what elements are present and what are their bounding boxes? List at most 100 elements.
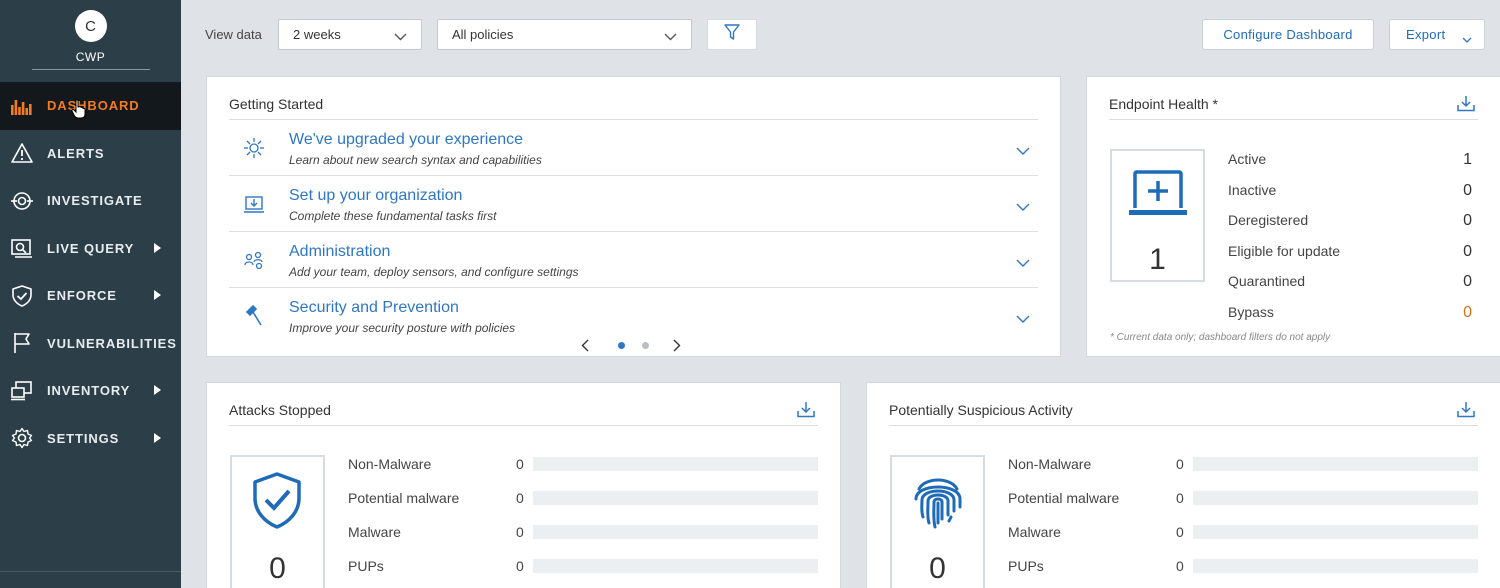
carousel-dot-active[interactable] — [618, 342, 625, 349]
stat-value: 0 — [1176, 524, 1184, 540]
card-title: Attacks Stopped — [229, 402, 331, 418]
stat-bar — [1193, 457, 1478, 471]
chevron-down-icon — [394, 29, 407, 44]
stat-value: 0 — [516, 490, 524, 506]
getting-started-card: Getting Started We've upgraded your expe… — [206, 76, 1061, 357]
sidebar-item-label: SETTINGS — [47, 430, 120, 446]
eh-value: 1 — [1463, 151, 1472, 168]
gs-item-administration[interactable]: Administration Add your team, deploy sen… — [229, 232, 1038, 288]
laptop-add-icon — [1129, 169, 1187, 224]
stat-value: 0 — [516, 524, 524, 540]
chevron-down-icon[interactable] — [1016, 310, 1030, 328]
endpoint-health-card: Endpoint Health * 1 Active 1 Inactive 0 De… — [1086, 76, 1500, 357]
sidebar-item-vulnerabilities[interactable]: VULNERABILITIES — [0, 320, 181, 368]
as-row-potential-malware[interactable]: Potential malware 0 — [348, 490, 818, 510]
period-select[interactable]: 2 weeks — [278, 19, 422, 50]
stat-value: 0 — [516, 456, 524, 472]
configure-dashboard-button[interactable]: Configure Dashboard — [1202, 19, 1374, 50]
chevron-down-icon[interactable] — [1016, 198, 1030, 216]
filter-button[interactable] — [707, 19, 757, 50]
stat-label: PUPs — [348, 558, 384, 574]
chevron-left-icon[interactable] — [581, 339, 589, 357]
chevron-right-icon — [154, 385, 161, 395]
download-icon[interactable] — [797, 401, 815, 423]
chevron-right-icon — [154, 290, 161, 300]
suspicious-total: 0 — [929, 552, 946, 585]
eh-value: 0 — [1463, 182, 1472, 199]
psa-row-malware[interactable]: Malware 0 — [1008, 524, 1478, 544]
stat-bar — [533, 491, 818, 505]
chevron-down-icon[interactable] — [1016, 142, 1030, 160]
carousel-dot[interactable] — [642, 342, 649, 349]
fingerprint-icon — [911, 471, 965, 536]
sidebar-item-live-query[interactable]: LIVE QUERY — [0, 225, 181, 273]
stat-value: 0 — [1176, 490, 1184, 506]
gs-item-security-prevention[interactable]: Security and Prevention Improve your sec… — [229, 288, 1038, 344]
org-name: CWP — [75, 50, 106, 64]
stat-bar — [533, 457, 818, 471]
view-data-label: View data — [205, 27, 262, 42]
psa-row-potential-malware[interactable]: Potential malware 0 — [1008, 490, 1478, 510]
chevron-down-icon[interactable] — [1016, 254, 1030, 272]
stat-label: Non-Malware — [348, 456, 432, 472]
gs-item-title: We've upgraded your experience — [289, 131, 524, 148]
sidebar-item-label: VULNERABILITIES — [47, 335, 177, 351]
export-button[interactable]: Export — [1389, 19, 1485, 50]
policy-value: All policies — [452, 27, 514, 42]
sidebar-item-enforce[interactable]: ENFORCE — [0, 272, 181, 320]
eh-row-quarantined[interactable]: Quarantined 0 — [1228, 273, 1472, 290]
shield-check-icon — [251, 471, 303, 536]
psa-row-pups[interactable]: PUPs 0 — [1008, 558, 1478, 578]
gs-item-subtitle: Complete these fundamental tasks first — [289, 209, 497, 223]
eh-value: 0 — [1463, 273, 1472, 290]
stat-label: PUPs — [1008, 558, 1044, 574]
chevron-right-icon — [154, 242, 161, 253]
chevron-right-icon[interactable] — [673, 339, 681, 357]
card-divider — [1109, 119, 1478, 120]
stat-value: 0 — [516, 558, 524, 574]
eh-label: Eligible for update — [1228, 243, 1341, 259]
eh-row-inactive[interactable]: Inactive 0 — [1228, 182, 1472, 199]
policy-select[interactable]: All policies — [437, 19, 692, 50]
download-icon[interactable] — [1457, 401, 1475, 423]
endpoint-total: 1 — [1149, 243, 1166, 276]
laptop-download-icon — [243, 193, 267, 217]
eh-row-active[interactable]: Active 1 — [1228, 151, 1472, 168]
sidebar-item-settings[interactable]: SETTINGS — [0, 415, 181, 463]
eh-row-eligible-update[interactable]: Eligible for update 0 — [1228, 243, 1472, 260]
stat-label: Non-Malware — [1008, 456, 1092, 472]
eh-label: Inactive — [1228, 182, 1277, 198]
sidebar-item-inventory[interactable]: INVENTORY — [0, 367, 181, 415]
download-icon[interactable] — [1457, 95, 1475, 117]
sidebar-item-alerts[interactable]: ALERTS — [0, 130, 181, 178]
toolbar: View data 2 weeks All policies Configure… — [181, 0, 1500, 70]
as-row-non-malware[interactable]: Non-Malware 0 — [348, 456, 818, 476]
chevron-right-icon — [154, 432, 161, 443]
stat-label: Malware — [1008, 524, 1061, 540]
stat-value: 0 — [1176, 456, 1184, 472]
gs-item-title: Set up your organization — [289, 187, 463, 204]
sidebar-item-dashboard[interactable]: DASHBOARD — [0, 82, 181, 130]
devices-icon — [10, 379, 34, 403]
gs-item-setup-org[interactable]: Set up your organization Complete these … — [229, 176, 1038, 232]
eh-value: 0 — [1463, 304, 1472, 321]
stat-bar — [1193, 525, 1478, 539]
eh-label: Deregistered — [1228, 212, 1309, 228]
endpoint-summary-box: 1 — [1110, 149, 1205, 282]
card-title: Endpoint Health * — [1109, 96, 1218, 112]
avatar[interactable]: C — [74, 10, 107, 42]
eh-row-deregistered[interactable]: Deregistered 0 — [1228, 212, 1472, 229]
sidebar-item-investigate[interactable]: INVESTIGATE — [0, 177, 181, 225]
stat-bar — [533, 525, 818, 539]
eh-row-bypass[interactable]: Bypass 0 — [1228, 304, 1472, 321]
as-row-pups[interactable]: PUPs 0 — [348, 558, 818, 578]
gs-item-title: Security and Prevention — [289, 299, 459, 316]
crosshair-icon — [10, 189, 34, 213]
nav-menu: DASHBOARD ALERTS INVESTIGATE LIVE QUERY — [0, 82, 181, 462]
gs-item-upgrade[interactable]: We've upgraded your experience Learn abo… — [229, 120, 1038, 176]
chevron-down-icon — [1462, 31, 1472, 46]
as-row-malware[interactable]: Malware 0 — [348, 524, 818, 544]
sparkle-icon — [243, 137, 267, 161]
endpoint-health-note: * Current data only; dashboard filters d… — [1110, 332, 1331, 343]
psa-row-non-malware[interactable]: Non-Malware 0 — [1008, 456, 1478, 476]
